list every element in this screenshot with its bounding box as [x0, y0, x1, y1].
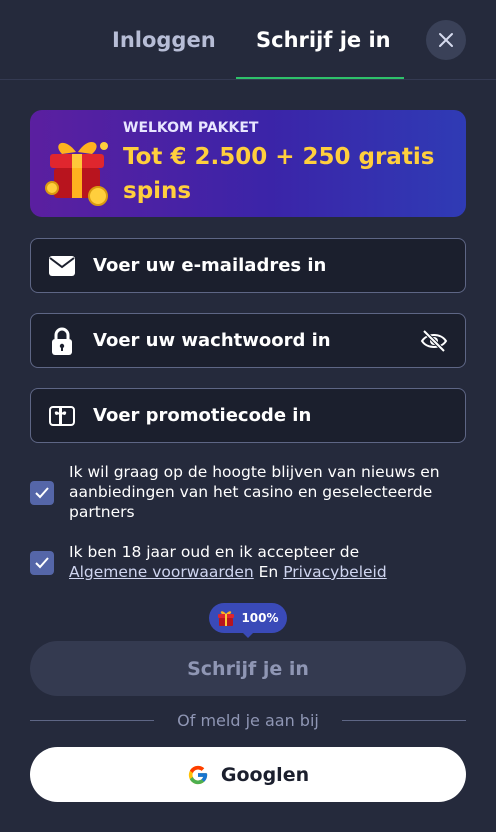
email-field[interactable]: [30, 238, 466, 293]
checkmark-icon: [35, 487, 49, 499]
divider-right: [342, 720, 466, 721]
terms-checkbox[interactable]: [30, 551, 54, 575]
gift-icon: [218, 611, 235, 626]
banner-title: Tot € 2.500 + 250 gratis spins: [123, 144, 435, 204]
progress-label: 100%: [241, 611, 279, 625]
tab-login[interactable]: Inloggen: [112, 28, 216, 52]
badge-tail: [241, 631, 255, 638]
gift-icon: [45, 142, 108, 206]
header-divider: [0, 79, 496, 80]
progress-badge: 100%: [209, 603, 287, 633]
terms-consent-text: Ik ben 18 jaar oud en ik accepteer de Al…: [69, 542, 469, 582]
privacy-link[interactable]: Privacybeleid: [283, 563, 386, 581]
gift-card-icon: [47, 401, 77, 431]
close-icon: [439, 33, 453, 47]
email-input[interactable]: [91, 244, 451, 287]
terms-joiner: En: [258, 563, 279, 581]
google-button-label: Googlen: [220, 763, 310, 786]
newsletter-checkbox[interactable]: [30, 481, 54, 505]
google-icon: [188, 765, 208, 784]
password-input[interactable]: [91, 319, 405, 362]
close-button[interactable]: [426, 20, 466, 60]
terms-link[interactable]: Algemene voorwaarden: [69, 563, 254, 581]
terms-prefix: Ik ben 18 jaar oud en ik accepteer de: [69, 543, 360, 561]
promo-field[interactable]: [30, 388, 466, 443]
promo-input[interactable]: [91, 394, 451, 437]
lock-icon: [47, 326, 77, 356]
tab-register[interactable]: Schrijf je in: [256, 28, 391, 52]
google-login-button[interactable]: Googlen: [30, 747, 466, 802]
submit-button[interactable]: Schrijf je in: [30, 641, 466, 696]
banner-kicker: WELKOM PAKKET: [123, 120, 259, 136]
checkmark-icon: [35, 557, 49, 569]
newsletter-consent-text: Ik wil graag op de hoogte blijven van ni…: [69, 463, 440, 521]
eye-off-icon[interactable]: [419, 326, 449, 356]
envelope-icon: [47, 251, 77, 281]
password-field[interactable]: [30, 313, 466, 368]
welcome-banner: WELKOM PAKKET Tot € 2.500 + 250 gratis s…: [30, 110, 466, 217]
